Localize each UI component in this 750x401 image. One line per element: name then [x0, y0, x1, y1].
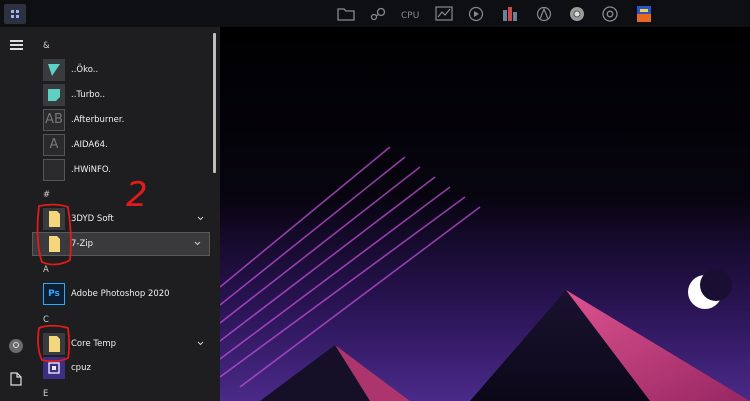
app-label: 3DYD Soft: [71, 214, 114, 224]
start-grid-icon: [11, 10, 19, 18]
app-label: Adobe Photoshop 2020: [71, 289, 170, 299]
chevron-down-icon[interactable]: [194, 240, 201, 247]
app-label: cpuz: [71, 363, 91, 373]
folder-icon: [43, 333, 65, 355]
start-menu: & ..Öko.. ..Turbo.. AB .Afterburner. A .…: [0, 27, 220, 401]
user-avatar-icon[interactable]: [9, 339, 23, 353]
app-folder-core-temp[interactable]: Core Temp: [32, 332, 212, 356]
app-item-cpuz[interactable]: cpuz: [32, 356, 212, 380]
folder-icon: [43, 208, 65, 230]
chrome-icon[interactable]: [600, 5, 620, 23]
chevron-down-icon[interactable]: [197, 215, 204, 222]
cpu-icon[interactable]: CPU: [400, 5, 420, 23]
photoshop-icon: Ps: [43, 283, 65, 305]
section-header-ampersand[interactable]: &: [43, 41, 50, 51]
app-list: & ..Öko.. ..Turbo.. AB .Afterburner. A .…: [32, 27, 212, 401]
monitor-graph-icon[interactable]: [434, 5, 454, 23]
app-label: .Afterburner.: [71, 115, 125, 125]
folder-icon: [43, 233, 65, 255]
app-item-aida64[interactable]: A .AIDA64.: [32, 133, 212, 157]
start-menu-rail: [0, 27, 32, 401]
app-label: .AIDA64.: [71, 140, 108, 150]
cpuz-icon: [43, 357, 65, 379]
synthwave-wallpaper-image: [220, 27, 750, 401]
app-label: .HWiNFO.: [71, 165, 111, 175]
teal-shape-icon: [43, 59, 65, 81]
chevron-down-icon[interactable]: [197, 340, 204, 347]
folder-icon[interactable]: [336, 5, 356, 23]
start-button[interactable]: [4, 4, 26, 24]
section-header-c[interactable]: C: [43, 315, 49, 325]
app-folder-7zip[interactable]: 7-Zip: [32, 232, 210, 256]
hamburger-menu-icon[interactable]: [10, 40, 23, 50]
steam-icon[interactable]: [368, 5, 388, 23]
svg-text:CPU: CPU: [401, 11, 419, 21]
app-list-scrollbar[interactable]: [213, 33, 216, 173]
aida-icon[interactable]: [534, 5, 554, 23]
taskbar: CPU: [0, 0, 750, 28]
app-item-photoshop[interactable]: Ps Adobe Photoshop 2020: [32, 282, 212, 306]
a-placeholder-icon: A: [43, 134, 65, 156]
desktop-wallpaper: [220, 27, 750, 401]
documents-icon[interactable]: [10, 371, 22, 386]
teal-shape-icon: [43, 84, 65, 106]
section-header-e[interactable]: E: [43, 389, 48, 399]
section-header-hash[interactable]: #: [43, 190, 50, 200]
media-icon[interactable]: [466, 5, 486, 23]
app-item-hwinfo[interactable]: .HWiNFO.: [32, 158, 212, 182]
app-label: Core Temp: [71, 339, 117, 349]
bar-chart-icon[interactable]: [501, 5, 521, 23]
app-label: ..Turbo..: [71, 90, 106, 100]
colorful-app-icon[interactable]: [634, 5, 654, 23]
app-label: 7-Zip: [71, 239, 94, 249]
app-folder-3dyd-soft[interactable]: 3DYD Soft: [32, 207, 212, 231]
app-item-turbo[interactable]: ..Turbo..: [32, 83, 212, 107]
section-header-a[interactable]: A: [43, 265, 49, 275]
app-item-oko[interactable]: ..Öko..: [32, 58, 212, 82]
app-label: ..Öko..: [71, 65, 99, 75]
chrome-alt-icon[interactable]: [567, 5, 587, 23]
app-item-afterburner[interactable]: AB .Afterburner.: [32, 108, 212, 132]
placeholder-icon: [43, 159, 65, 181]
ab-placeholder-icon: AB: [43, 109, 65, 131]
